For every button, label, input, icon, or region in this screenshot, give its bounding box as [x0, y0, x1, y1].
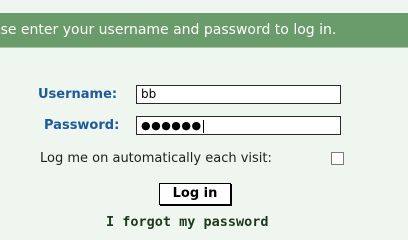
password-value: ●●●●●●	[141, 119, 202, 132]
auto-login-checkbox[interactable]	[331, 152, 344, 165]
forgot-password-link[interactable]: I forgot my password	[106, 214, 269, 230]
password-label: Password:	[44, 118, 120, 133]
login-panel: ase enter your username and password to …	[0, 0, 408, 240]
password-field[interactable]: ●●●●●●	[136, 116, 341, 135]
username-field[interactable]: bb	[136, 85, 341, 104]
login-button[interactable]: Log in	[159, 183, 231, 205]
auto-login-label: Log me on automatically each visit:	[40, 151, 272, 166]
text-caret	[202, 119, 204, 133]
username-label: Username:	[38, 87, 118, 102]
username-value: bb	[141, 87, 157, 101]
header-bar: ase enter your username and password to …	[0, 13, 408, 47]
header-divider	[0, 47, 408, 48]
header-message: ase enter your username and password to …	[0, 22, 337, 38]
